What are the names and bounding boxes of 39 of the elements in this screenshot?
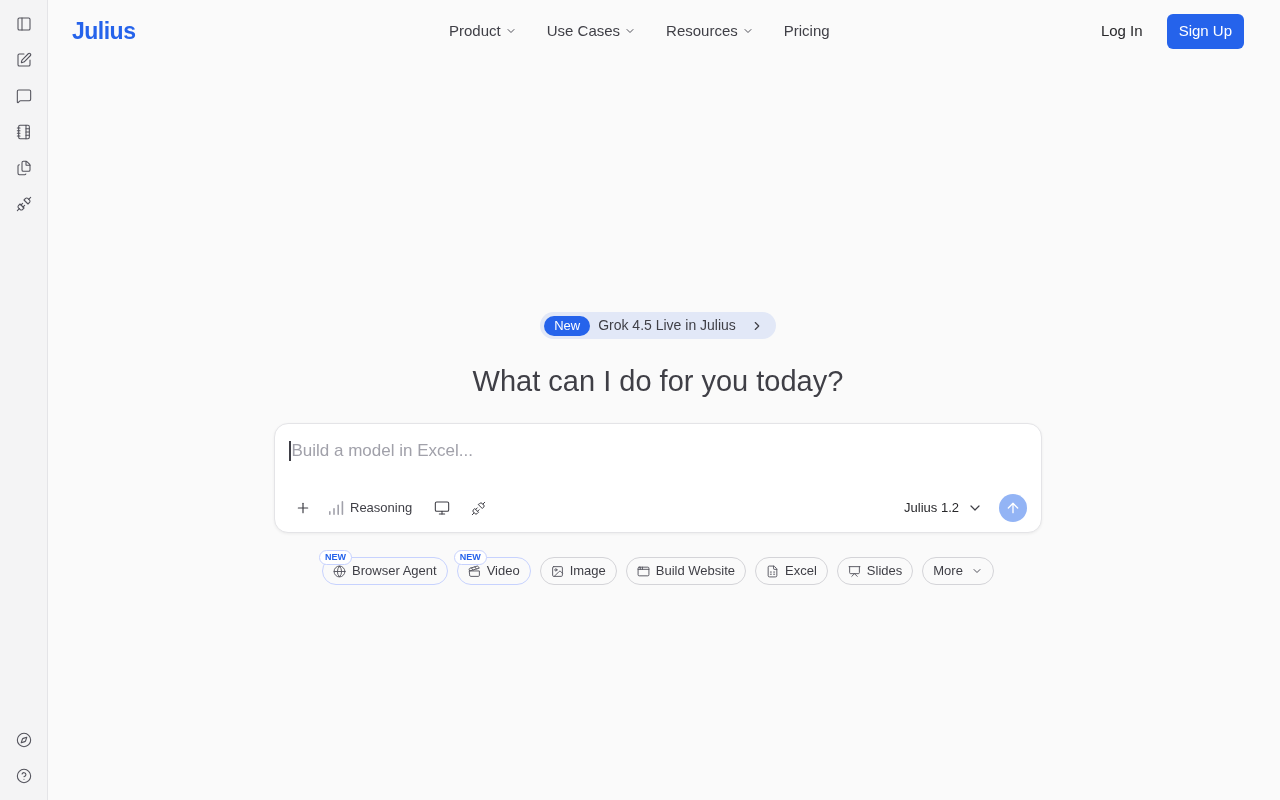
sign-up-button[interactable]: Sign Up [1166, 13, 1244, 49]
announcement-pill[interactable]: New Grok 4.5 Live in Julius [540, 312, 776, 339]
suggestion-chip[interactable]: More [922, 557, 994, 585]
picture-icon [550, 564, 564, 578]
main-heading: What can I do for you today? [472, 364, 844, 399]
new-badge: NEW [453, 550, 487, 565]
model-selector[interactable]: Julius 1.2 [900, 494, 987, 522]
plug-icon [470, 500, 486, 516]
reasoning-button[interactable]: Reasoning [325, 494, 417, 522]
suggestion-chip[interactable]: Image [539, 557, 617, 585]
log-in-link[interactable]: Log In [1096, 19, 1147, 43]
browser-window-icon [636, 564, 650, 578]
suggestion-chip[interactable]: Slides [836, 557, 914, 585]
files-icon [15, 160, 32, 176]
panel-icon [15, 16, 32, 32]
julius-logo[interactable]: Julius [72, 13, 152, 49]
clapperboard-icon [467, 564, 481, 578]
signal-bars-icon [329, 501, 344, 515]
help-icon [15, 768, 32, 784]
nav-link[interactable]: Pricing [783, 19, 830, 43]
notebook-icon [15, 124, 32, 140]
spreadsheet-file-icon [766, 564, 780, 578]
arrow-up-icon [1005, 500, 1021, 516]
nav-link[interactable]: Product [449, 19, 517, 43]
monitor-icon [434, 500, 451, 516]
plus-icon [295, 500, 311, 516]
suggestion-chip[interactable]: Build Website [625, 557, 747, 585]
new-badge: NEW [319, 550, 353, 565]
compass-icon [15, 732, 32, 748]
presentation-icon [847, 564, 861, 578]
globe-icon [333, 564, 347, 578]
suggestion-chip[interactable]: Excel [755, 557, 828, 585]
nav-link[interactable]: Use Cases [546, 19, 637, 43]
nav-link[interactable]: Resources [666, 19, 754, 43]
pencil-square-icon [15, 52, 32, 68]
chat-bubble-icon [15, 88, 32, 104]
prompt-input[interactable]: Build a model in Excel... [291, 438, 1027, 464]
plug-icon [15, 196, 32, 212]
new-tag: New [544, 315, 591, 336]
